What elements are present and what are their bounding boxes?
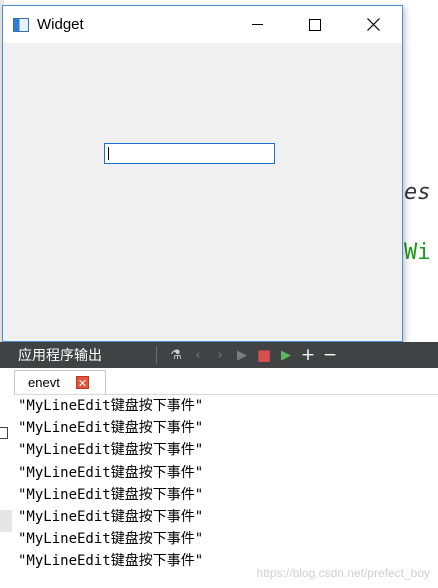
watermark: https://blog.csdn.net/prefect_boy: [256, 566, 430, 580]
gutter-highlight: [0, 510, 12, 532]
editor-code-fragment: Wi: [404, 240, 431, 265]
close-button[interactable]: [344, 6, 402, 43]
widget-window: Widget: [2, 5, 403, 342]
output-line: "MyLineEdit键盘按下事件": [18, 508, 204, 525]
output-panel-title: 应用程序输出: [18, 348, 102, 364]
app-window-icon: [13, 17, 29, 32]
tab-close-icon[interactable]: ✕: [76, 376, 89, 390]
maximize-icon: [309, 18, 321, 31]
window-controls: [228, 6, 402, 43]
text-caret: [108, 147, 109, 160]
output-line: "MyLineEdit键盘按下事件": [18, 486, 204, 503]
minimize-icon: [251, 24, 263, 25]
output-line: "MyLineEdit键盘按下事件": [18, 464, 204, 481]
tab-enevt[interactable]: enevt ✕: [14, 370, 106, 394]
close-icon: [366, 18, 380, 31]
gutter-marker-icon: [0, 427, 8, 439]
output-line: "MyLineEdit键盘按下事件": [18, 531, 204, 548]
next-icon[interactable]: ›: [209, 348, 231, 363]
application-output-toolbar: 应用程序输出 ⚗ ‹ › ▶ ■ ▶ + −: [0, 342, 438, 368]
attach-debugger-icon[interactable]: ⚗: [165, 348, 187, 363]
window-titlebar[interactable]: Widget: [3, 6, 402, 43]
my-line-edit-input[interactable]: [104, 143, 275, 164]
tab-label: enevt: [28, 375, 60, 390]
output-tabbar: enevt ✕: [14, 368, 438, 395]
output-line: "MyLineEdit键盘按下事件": [18, 398, 204, 414]
application-output-text: "MyLineEdit键盘按下事件" "MyLineEdit键盘按下事件" "M…: [18, 395, 438, 573]
output-line: "MyLineEdit键盘按下事件": [18, 420, 204, 437]
output-left-gutter: [0, 368, 14, 588]
toolbar-separator: [156, 346, 157, 364]
prev-icon[interactable]: ‹: [187, 348, 209, 363]
debug-run-icon[interactable]: ▶: [275, 348, 297, 363]
output-line: "MyLineEdit键盘按下事件": [18, 442, 204, 459]
stop-icon[interactable]: ■: [253, 346, 275, 364]
zoom-in-icon[interactable]: +: [297, 345, 319, 365]
editor-code-fragment: es: [404, 180, 431, 205]
run-icon[interactable]: ▶: [231, 348, 253, 363]
maximize-button[interactable]: [286, 6, 344, 43]
minimize-button[interactable]: [228, 6, 286, 43]
window-title: Widget: [37, 16, 84, 33]
zoom-out-icon[interactable]: −: [319, 345, 341, 365]
